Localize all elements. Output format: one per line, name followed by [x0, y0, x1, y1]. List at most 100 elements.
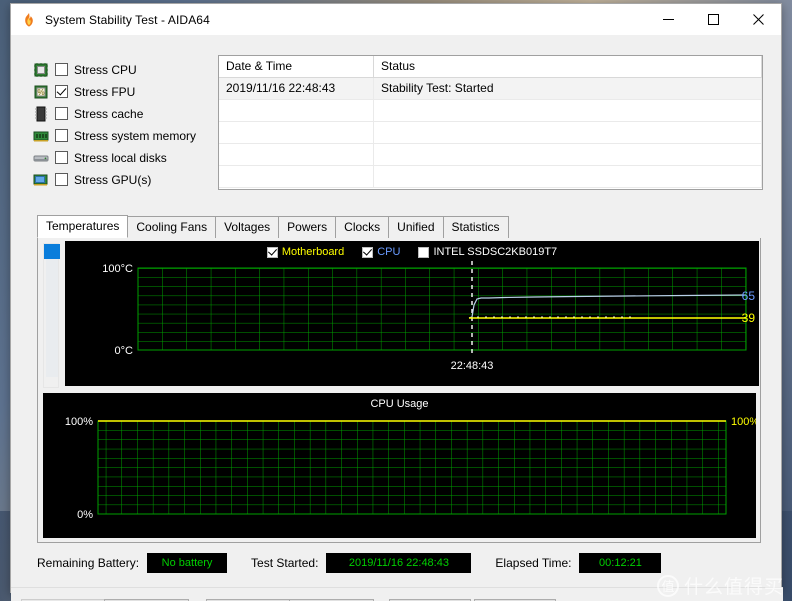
- legend-checkbox-motherboard[interactable]: [266, 246, 278, 258]
- gpu-card-icon: [33, 172, 49, 188]
- test-started-label: Test Started:: [251, 556, 319, 570]
- watermark-text: 什么值得买: [683, 577, 784, 598]
- motherboard-temperature-readout: 39: [742, 311, 756, 325]
- stress-option-label: Stress local disks: [74, 150, 167, 165]
- stress-option-cache[interactable]: Stress cache: [33, 103, 198, 124]
- table-row[interactable]: [219, 166, 762, 188]
- stress-cache-checkbox[interactable]: [55, 107, 68, 120]
- client-area: Stress CPU % Stress FPU Stress cache Str…: [11, 35, 783, 601]
- stress-option-label: Stress FPU: [74, 84, 136, 99]
- minimize-icon[interactable]: [646, 4, 691, 35]
- temp-axis-bottom-label: 0°C: [115, 345, 134, 357]
- stress-option-cpu[interactable]: Stress CPU: [33, 59, 198, 80]
- cpu-usage-plot: 100% 0% 100%: [65, 416, 756, 521]
- stress-option-gpu[interactable]: Stress GPU(s): [33, 169, 198, 190]
- aida64-stability-window: System Stability Test - AIDA64 Stress CP…: [10, 3, 783, 601]
- window-title: System Stability Test - AIDA64: [45, 12, 210, 27]
- legend-item-ssd[interactable]: INTEL SSDSC2KB019T7: [418, 246, 557, 258]
- log-table-header: Date & Time Status: [219, 56, 762, 78]
- legend-label-cpu: CPU: [377, 246, 401, 258]
- sensor-list-scrollbar[interactable]: [43, 243, 60, 388]
- top-panel: Stress CPU % Stress FPU Stress cache Str…: [33, 55, 763, 190]
- cpu-usage-readout: 100%: [731, 416, 756, 428]
- stress-option-disks[interactable]: Stress local disks: [33, 147, 198, 168]
- site-watermark: 值 什么值得买: [656, 572, 784, 599]
- usage-axis-bottom-label: 0%: [77, 509, 93, 521]
- log-cell-datetime: [219, 166, 374, 188]
- log-column-datetime[interactable]: Date & Time: [219, 56, 374, 78]
- hard-disk-icon: [33, 150, 49, 166]
- tab-voltages[interactable]: Voltages: [215, 216, 280, 238]
- remaining-battery-label: Remaining Battery:: [37, 556, 140, 570]
- stress-memory-checkbox[interactable]: [55, 129, 68, 142]
- test-started-value: 2019/11/16 22:48:43: [326, 553, 472, 573]
- status-bar: Remaining Battery: No battery Test Start…: [37, 550, 761, 576]
- legend-item-cpu[interactable]: CPU: [362, 246, 400, 258]
- temperature-plot: 100°C 0°C 22:48:43 65 39: [102, 261, 756, 372]
- stress-disks-checkbox[interactable]: [55, 151, 68, 164]
- fpu-chip-icon: %: [33, 84, 49, 100]
- elapsed-time-value: 00:12:21: [579, 553, 662, 573]
- log-cell-status: Stability Test: Started: [374, 78, 762, 100]
- log-cell-datetime: [219, 122, 374, 144]
- scrollbar-track[interactable]: [46, 258, 58, 377]
- stress-option-label: Stress cache: [74, 106, 144, 121]
- tab-powers[interactable]: Powers: [278, 216, 337, 238]
- temperature-chart: Motherboard CPU INTEL SSDSC2KB019T7 100°…: [65, 241, 759, 386]
- log-cell-status: [374, 144, 762, 166]
- temperature-chart-legend: Motherboard CPU INTEL SSDSC2KB019T7: [65, 246, 759, 258]
- log-column-status[interactable]: Status: [374, 56, 762, 78]
- stress-option-label: Stress GPU(s): [74, 172, 152, 187]
- charts-panel: Motherboard CPU INTEL SSDSC2KB019T7 100°…: [37, 238, 761, 543]
- temp-axis-top-label: 100°C: [102, 263, 133, 275]
- log-cell-datetime: 2019/11/16 22:48:43: [219, 78, 374, 100]
- log-cell-status: [374, 122, 762, 144]
- log-cell-status: [374, 166, 762, 188]
- legend-item-motherboard[interactable]: Motherboard: [266, 246, 345, 258]
- table-row[interactable]: 2019/11/16 22:48:43 Stability Test: Star…: [219, 78, 762, 100]
- title-bar: System Stability Test - AIDA64: [11, 4, 781, 35]
- tab-clocks[interactable]: Clocks: [335, 216, 390, 238]
- stress-fpu-checkbox[interactable]: [55, 85, 68, 98]
- watermark-logo: 值: [656, 574, 679, 597]
- chart-tabs: Temperatures Cooling Fans Voltages Power…: [37, 215, 761, 239]
- tab-cooling-fans[interactable]: Cooling Fans: [127, 216, 217, 238]
- svg-text:%: %: [37, 88, 44, 97]
- memory-dimm-icon: [33, 128, 49, 144]
- log-cell-datetime: [219, 144, 374, 166]
- table-row[interactable]: [219, 100, 762, 122]
- status-log-table[interactable]: Date & Time Status 2019/11/16 22:48:43 S…: [218, 55, 763, 190]
- tab-temperatures[interactable]: Temperatures: [37, 215, 129, 238]
- cpu-temperature-readout: 65: [742, 289, 756, 303]
- cpu-usage-chart: CPU Usage 100% 0% 100%: [43, 393, 756, 538]
- stress-option-fpu[interactable]: % Stress FPU: [33, 81, 198, 102]
- cpu-chip-icon: [33, 62, 49, 78]
- stress-option-label: Stress system memory: [74, 128, 197, 143]
- stress-cpu-checkbox[interactable]: [55, 63, 68, 76]
- table-row[interactable]: [219, 122, 762, 144]
- legend-label-ssd: INTEL SSDSC2KB019T7: [433, 246, 558, 258]
- cache-module-icon: [33, 106, 49, 122]
- legend-label-motherboard: Motherboard: [281, 246, 345, 258]
- log-cell-datetime: [219, 100, 374, 122]
- window-controls: [646, 4, 781, 35]
- maximize-icon[interactable]: [691, 4, 736, 35]
- log-cell-status: [374, 100, 762, 122]
- legend-checkbox-ssd[interactable]: [418, 246, 430, 258]
- table-row[interactable]: [219, 144, 762, 166]
- stress-options-list: Stress CPU % Stress FPU Stress cache Str…: [33, 55, 198, 190]
- legend-checkbox-cpu[interactable]: [362, 246, 374, 258]
- tab-unified[interactable]: Unified: [388, 216, 444, 238]
- temp-time-marker-label: 22:48:43: [451, 360, 494, 372]
- flame-icon: [21, 12, 37, 28]
- tab-statistics[interactable]: Statistics: [442, 216, 509, 238]
- stress-option-label: Stress CPU: [74, 62, 137, 77]
- usage-axis-top-label: 100%: [65, 416, 93, 428]
- scrollbar-thumb[interactable]: [44, 244, 60, 259]
- elapsed-time-label: Elapsed Time:: [495, 556, 572, 570]
- close-icon[interactable]: [736, 4, 781, 35]
- stress-gpu-checkbox[interactable]: [55, 173, 68, 186]
- stress-option-memory[interactable]: Stress system memory: [33, 125, 198, 146]
- cpu-usage-title: CPU Usage: [370, 398, 429, 410]
- remaining-battery-value: No battery: [147, 553, 228, 573]
